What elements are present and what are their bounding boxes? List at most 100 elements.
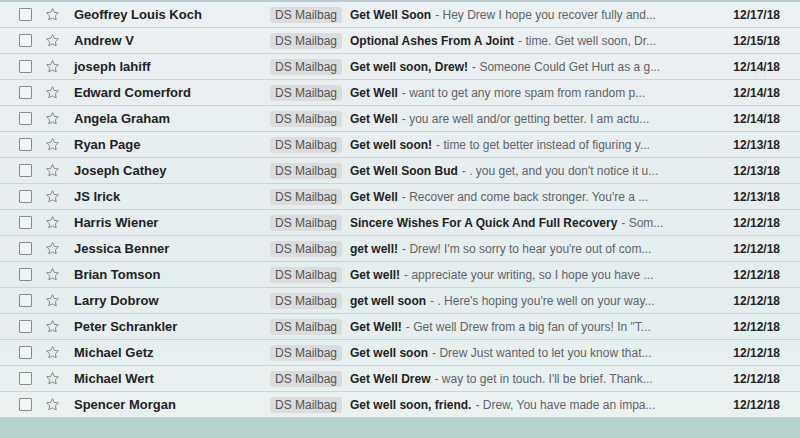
star-icon[interactable]: [45, 267, 60, 282]
message-subject: Get Well Drew: [350, 372, 430, 386]
star-icon[interactable]: [45, 215, 60, 230]
star-icon[interactable]: [45, 371, 60, 386]
message-subject: Get well soon, friend.: [350, 398, 471, 412]
message-row[interactable]: Andrew VDS MailbagOptional Ashes From A …: [0, 28, 800, 54]
message-row[interactable]: Angela GrahamDS MailbagGet Well- you are…: [0, 106, 800, 132]
message-row[interactable]: Larry DobrowDS Mailbag get well soon- . H…: [0, 288, 800, 314]
label-chip[interactable]: DS Mailbag: [270, 397, 342, 413]
message-subject: Get well soon: [350, 346, 428, 360]
message-subject: Get well!: [350, 268, 400, 282]
label-chip[interactable]: DS Mailbag: [270, 33, 342, 49]
label-chip[interactable]: DS Mailbag: [270, 267, 342, 283]
message-date: 12/14/18: [733, 60, 780, 74]
star-icon[interactable]: [45, 33, 60, 48]
label-chip[interactable]: DS Mailbag: [270, 215, 342, 231]
label-chip[interactable]: DS Mailbag: [270, 7, 342, 23]
message-subject: Get Well Soon: [350, 8, 431, 22]
message-row[interactable]: Michael GetzDS Mailbag Get well soon - Dre…: [0, 340, 800, 366]
label-chip[interactable]: DS Mailbag: [270, 371, 342, 387]
select-checkbox[interactable]: [19, 190, 32, 203]
star-icon[interactable]: [45, 137, 60, 152]
message-preview: Get well soon - Drew Just wanted to let y…: [350, 346, 725, 360]
message-date: 12/15/18: [733, 34, 780, 48]
message-subject: get well soon: [350, 294, 426, 308]
message-row[interactable]: Peter SchranklerDS MailbagGet Well!- Get…: [0, 314, 800, 340]
message-date: 12/12/18: [733, 242, 780, 256]
message-date: 12/12/18: [733, 398, 780, 412]
message-preview: Get well soon!- time to get better inste…: [350, 138, 725, 152]
message-row[interactable]: JS IrickDS MailbagGet Well- Recover and …: [0, 184, 800, 210]
label-chip[interactable]: DS Mailbag: [270, 293, 342, 309]
select-checkbox[interactable]: [19, 242, 32, 255]
message-row[interactable]: Michael WertDS MailbagGet Well Drew- way…: [0, 366, 800, 392]
sender-name: Michael Getz: [74, 345, 270, 360]
sender-name: joseph lahiff: [74, 59, 270, 74]
message-row[interactable]: Brian TomsonDS MailbagGet well!- appreci…: [0, 262, 800, 288]
star-icon[interactable]: [45, 111, 60, 126]
message-date: 12/13/18: [733, 190, 780, 204]
label-chip[interactable]: DS Mailbag: [270, 111, 342, 127]
star-icon[interactable]: [45, 345, 60, 360]
star-icon[interactable]: [45, 241, 60, 256]
message-row[interactable]: Ryan PageDS MailbagGet well soon!- time …: [0, 132, 800, 158]
label-chip[interactable]: DS Mailbag: [270, 241, 342, 257]
select-checkbox[interactable]: [19, 372, 32, 385]
message-list: Geoffrey Louis KochDS MailbagGet Well So…: [0, 0, 800, 418]
message-preview: get well soon- . Here's hoping you're we…: [350, 294, 725, 308]
message-row[interactable]: Jessica BennerDS Mailbagget well!- Drew!…: [0, 236, 800, 262]
message-row[interactable]: joseph lahiffDS Mailbag Get well soon, Dr…: [0, 54, 800, 80]
select-checkbox[interactable]: [19, 216, 32, 229]
message-date: 12/12/18: [733, 346, 780, 360]
message-snippet: - time to get better instead of figuring…: [436, 138, 650, 152]
message-row[interactable]: Joseph CatheyDS MailbagGet Well Soon Bud…: [0, 158, 800, 184]
star-icon[interactable]: [45, 397, 60, 412]
message-row[interactable]: Geoffrey Louis KochDS Mailbag Get Well So…: [0, 2, 800, 28]
select-checkbox[interactable]: [19, 60, 32, 73]
select-checkbox[interactable]: [19, 164, 32, 177]
select-checkbox[interactable]: [19, 138, 32, 151]
message-date: 12/12/18: [733, 372, 780, 386]
star-icon[interactable]: [45, 59, 60, 74]
star-icon[interactable]: [45, 85, 60, 100]
label-chip[interactable]: DS Mailbag: [270, 59, 342, 75]
select-checkbox[interactable]: [19, 86, 32, 99]
message-snippet: - Drew! I'm so sorry to hear you're out …: [402, 242, 651, 256]
select-checkbox[interactable]: [19, 112, 32, 125]
star-icon[interactable]: [45, 319, 60, 334]
label-chip[interactable]: DS Mailbag: [270, 345, 342, 361]
select-checkbox[interactable]: [19, 398, 32, 411]
message-row[interactable]: Harris WienerDS MailbagSincere Wishes Fo…: [0, 210, 800, 236]
label-chip[interactable]: DS Mailbag: [270, 319, 342, 335]
select-checkbox[interactable]: [19, 8, 32, 21]
message-date: 12/14/18: [733, 86, 780, 100]
select-checkbox[interactable]: [19, 320, 32, 333]
star-icon[interactable]: [45, 293, 60, 308]
sender-name: Larry Dobrow: [74, 293, 270, 308]
message-row[interactable]: Edward ComerfordDS MailbagGet Well- want…: [0, 80, 800, 106]
message-snippet: - Drew, You have made an impa...: [475, 398, 655, 412]
message-row[interactable]: Spencer MorganDS MailbagGet well soon, f…: [0, 392, 800, 418]
message-date: 12/12/18: [733, 320, 780, 334]
message-date: 12/17/18: [733, 8, 780, 22]
select-checkbox[interactable]: [19, 268, 32, 281]
label-chip[interactable]: DS Mailbag: [270, 137, 342, 153]
label-chip[interactable]: DS Mailbag: [270, 189, 342, 205]
sender-name: Geoffrey Louis Koch: [74, 7, 270, 22]
sender-name: Edward Comerford: [74, 85, 270, 100]
sender-name: Joseph Cathey: [74, 163, 270, 178]
message-snippet: - Drew Just wanted to let you know that.…: [432, 346, 651, 360]
label-chip[interactable]: DS Mailbag: [270, 85, 342, 101]
message-snippet: - . you get, and you don't notice it u..…: [462, 164, 658, 178]
select-checkbox[interactable]: [19, 346, 32, 359]
label-chip[interactable]: DS Mailbag: [270, 163, 342, 179]
select-checkbox[interactable]: [19, 294, 32, 307]
message-subject: Get well soon, Drew!: [350, 60, 468, 74]
star-icon[interactable]: [45, 189, 60, 204]
message-date: 12/14/18: [733, 112, 780, 126]
message-preview: Optional Ashes From A Joint- time. Get w…: [350, 34, 725, 48]
message-subject: Sincere Wishes For A Quick And Full Reco…: [350, 216, 617, 230]
star-icon[interactable]: [45, 7, 60, 22]
star-icon[interactable]: [45, 163, 60, 178]
message-subject: Optional Ashes From A Joint: [350, 34, 514, 48]
select-checkbox[interactable]: [19, 34, 32, 47]
